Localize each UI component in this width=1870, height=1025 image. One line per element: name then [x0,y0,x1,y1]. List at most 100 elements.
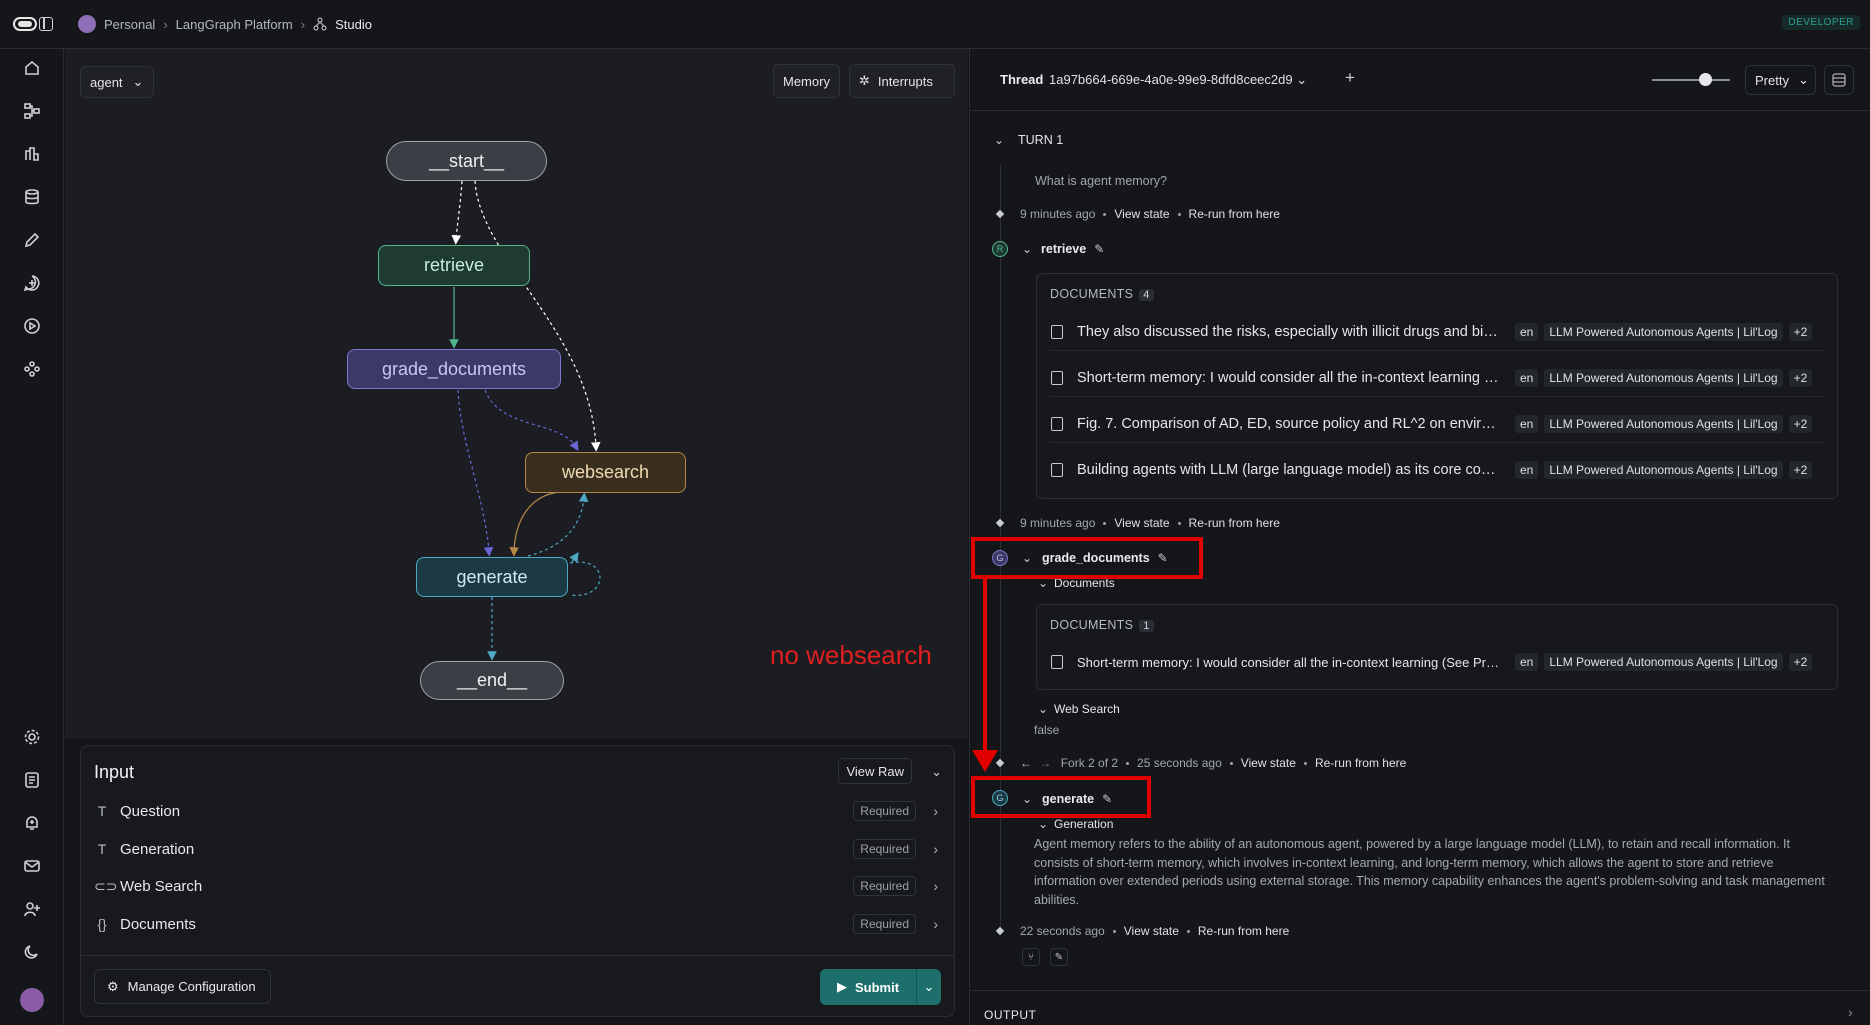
manage-configuration-button[interactable]: ⚙ Manage Configuration [94,969,271,1004]
view-state-link[interactable]: View state [1114,207,1169,221]
turn-chevron-icon[interactable]: ⌄ [994,133,1004,147]
fork-icon[interactable]: ⑂ [1022,948,1040,966]
rerun-link[interactable]: Re-run from here [1315,756,1406,770]
breadcrumb-personal[interactable]: Personal [104,17,155,32]
source-tag: LLM Powered Autonomous Agents | Lil'Log [1544,653,1783,671]
chevron-right-icon: › [300,16,306,32]
breadcrumb-platform[interactable]: LangGraph Platform [176,17,293,32]
documents-header: DOCUMENTS 4 [1050,287,1154,301]
node-websearch[interactable]: websearch [525,452,686,493]
home-icon[interactable] [22,58,42,78]
required-badge: Required [853,914,916,934]
chart-icon[interactable] [22,144,42,164]
retrieve-node-name: retrieve [1041,242,1087,256]
chevron-down-icon[interactable]: ⌄ [1038,702,1048,716]
lang-tag: en [1515,653,1539,671]
mail-icon[interactable] [22,856,42,876]
field-web-search[interactable]: ⊂⊃ Web Search Required › [94,872,944,900]
node-end[interactable]: __end__ [420,661,564,700]
rerun-link[interactable]: Re-run from here [1189,516,1280,530]
pencil-icon[interactable]: ✎ [1094,242,1104,256]
submit-options-chevron[interactable]: ⌄ [917,979,941,995]
graph-icon[interactable] [22,101,42,121]
chevron-right-icon[interactable]: › [933,916,938,932]
bell-plus-icon[interactable] [22,813,42,833]
arrow-left-icon[interactable]: ← [1020,756,1032,770]
view-state-link[interactable]: View state [1114,516,1169,530]
document-row[interactable]: They also discussed the risks, especiall… [1050,313,1825,351]
pen-icon[interactable] [22,230,42,250]
more-tags[interactable]: +2 [1788,368,1813,387]
document-row[interactable]: Short-term memory: I would consider all … [1050,359,1825,397]
node-grade-documents[interactable]: grade_documents [347,349,561,389]
chat-plus-icon[interactable] [22,273,42,293]
database-icon[interactable] [22,187,42,207]
fork-label: Fork 2 of 2 [1060,756,1119,770]
checkpoint-meta: ← → Fork 2 of 2 25 seconds ago View state R… [1020,756,1406,770]
input-panel: Input View Raw ⌄ T Question Required › T… [80,745,955,1017]
lang-tag: en [1515,322,1539,341]
turn-label[interactable]: TURN 1 [1018,133,1063,147]
output-bar[interactable] [969,990,1870,1025]
field-question[interactable]: T Question Required › [94,797,944,825]
view-state-link[interactable]: View state [1124,924,1179,938]
settings-icon[interactable] [22,727,42,747]
checkpoint-meta: 9 minutes ago View state Re-run from here [1020,516,1280,530]
annotation-no-websearch: no websearch [770,640,932,670]
moon-icon[interactable] [22,942,42,962]
play-icon[interactable] [22,316,42,336]
chevron-down-icon[interactable]: ⌄ [931,764,942,780]
submit-button[interactable]: ▶ Submit [820,969,917,1005]
input-title: Input [94,762,135,782]
field-documents[interactable]: {} Documents Required › [94,910,944,938]
edit-icon[interactable]: ✎ [1050,948,1068,966]
more-tags[interactable]: +2 [1788,414,1813,433]
node-retrieve[interactable]: retrieve [378,245,530,286]
chevron-right-icon[interactable]: › [1848,1004,1853,1020]
play-circle-icon: ▶ [836,979,847,994]
detail-slider-track[interactable] [1652,79,1730,81]
thread-id-select[interactable]: 1a97b664-669e-4a0e-99e9-8dfd8ceec2d9 ⌄ [1049,72,1307,88]
node-start[interactable]: __start__ [386,141,547,181]
gear-icon: ⚙ [107,978,119,994]
arrow-right-icon[interactable]: → [1039,756,1051,770]
sidebar-toggle-icon[interactable] [39,17,53,31]
user-avatar[interactable] [20,988,44,1012]
rerun-link[interactable]: Re-run from here [1189,207,1280,221]
web-search-section-label[interactable]: Web Search [1054,702,1120,716]
field-label: Web Search [120,877,203,895]
document-row[interactable]: Fig. 7. Comparison of AD, ED, source pol… [1050,405,1825,443]
nodes-icon[interactable] [22,359,42,379]
new-thread-plus-icon[interactable]: + [1345,68,1355,88]
source-tag: LLM Powered Autonomous Agents | Lil'Log [1544,461,1783,479]
view-state-link[interactable]: View state [1241,756,1296,770]
document-row[interactable]: Short-term memory: I would consider all … [1050,643,1825,681]
document-icon [1051,416,1063,431]
user-plus-icon[interactable] [22,899,42,919]
retrieve-node-title[interactable]: retrieve ✎ [1041,242,1104,256]
more-tags[interactable]: +2 [1788,653,1813,671]
layout-toggle-icon[interactable] [1824,65,1854,95]
chevron-right-icon[interactable]: › [933,803,938,819]
field-generation[interactable]: T Generation Required › [94,835,944,863]
more-tags[interactable]: +2 [1788,322,1813,341]
view-mode-value: Pretty [1755,72,1789,88]
view-raw-button[interactable]: View Raw [838,758,912,784]
chevron-down-icon[interactable]: ⌄ [1022,242,1032,256]
detail-slider-handle[interactable] [1699,73,1712,86]
chevron-right-icon[interactable]: › [933,841,938,857]
node-generate[interactable]: generate [416,557,568,597]
docs-icon[interactable] [22,770,42,790]
text-icon: T [97,841,107,857]
grade-documents-box: DOCUMENTS 1 Short-term memory: I would co… [1036,604,1838,690]
checkpoint-time: 9 minutes ago [1020,207,1096,221]
document-row[interactable]: Building agents with LLM (large language… [1050,451,1825,489]
source-tag: LLM Powered Autonomous Agents | Lil'Log [1544,414,1783,433]
more-tags[interactable]: +2 [1788,461,1813,479]
chevron-down-icon[interactable]: ⌄ [1038,817,1048,831]
view-mode-select[interactable]: Pretty ⌄ [1745,65,1816,95]
generation-section-label[interactable]: Generation [1054,817,1113,831]
rerun-link[interactable]: Re-run from here [1198,924,1289,938]
chevron-right-icon[interactable]: › [933,878,938,894]
annotation-arrow-line [983,578,987,754]
